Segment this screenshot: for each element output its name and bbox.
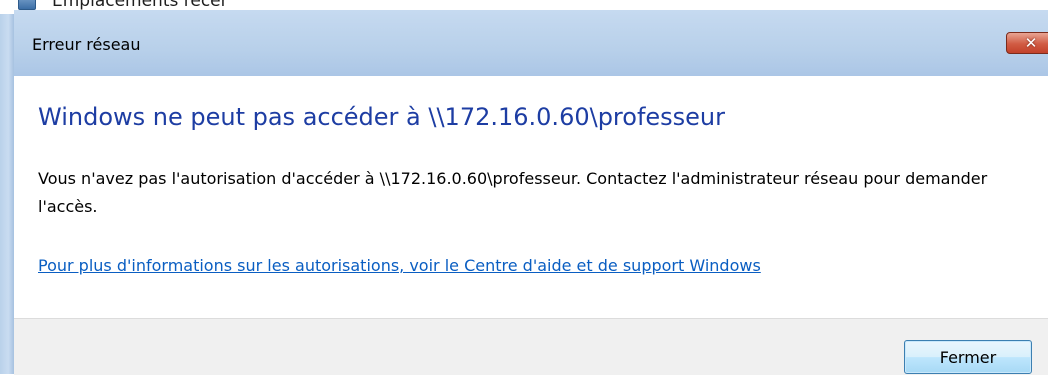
background-window-frame bbox=[0, 14, 14, 374]
error-message: Vous n'avez pas l'autorisation d'accéder… bbox=[38, 169, 988, 216]
dialog-content: Windows ne peut pas accéder à \\172.16.0… bbox=[14, 76, 1048, 375]
title-bar[interactable]: Erreur réseau ✕ bbox=[14, 10, 1048, 76]
fermer-button[interactable]: Fermer bbox=[904, 340, 1032, 374]
close-icon: ✕ bbox=[1024, 33, 1038, 52]
help-link[interactable]: Pour plus d'informations sur les autoris… bbox=[38, 256, 761, 275]
close-window-button[interactable]: ✕ bbox=[1006, 32, 1048, 54]
folder-icon bbox=[18, 0, 36, 10]
error-heading: Windows ne peut pas accéder à \\172.16.0… bbox=[38, 103, 726, 131]
dialog-footer: Fermer bbox=[14, 318, 1048, 375]
dialog-title: Erreur réseau bbox=[32, 35, 141, 54]
network-error-dialog: Erreur réseau ✕ Windows ne peut pas accé… bbox=[14, 10, 1048, 375]
